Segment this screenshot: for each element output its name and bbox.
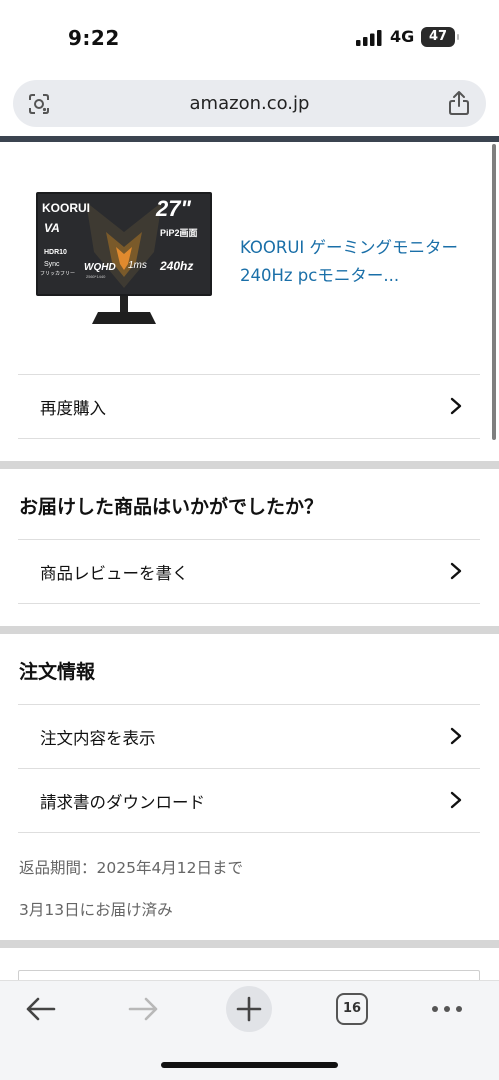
url-text[interactable]: amazon.co.jp: [13, 93, 486, 114]
image-hdr: HDR10: [44, 249, 67, 256]
back-arrow-icon[interactable]: [22, 991, 58, 1027]
product-image[interactable]: KOORUI 27" VA PiP2画面 HDR10 Sync フリッカフリー …: [36, 192, 212, 332]
divider: [18, 603, 480, 604]
divider: [18, 832, 480, 833]
download-invoice-row[interactable]: 請求書のダウンロード: [18, 768, 480, 832]
chevron-right-icon: [450, 397, 462, 415]
view-order-label: 注文内容を表示: [40, 729, 156, 748]
image-sync: Sync: [44, 261, 60, 268]
section-separator: [0, 461, 499, 469]
status-time: 9:22: [68, 26, 120, 50]
new-tab-button[interactable]: [226, 986, 272, 1032]
address-bar[interactable]: amazon.co.jp: [13, 80, 486, 127]
battery-level: 47: [428, 29, 448, 44]
more-options-icon[interactable]: [430, 991, 464, 1027]
order-info-heading: 注文情報: [19, 661, 96, 683]
image-refresh: 240hz: [159, 259, 193, 273]
image-size: 27": [155, 196, 191, 221]
divider: [18, 438, 480, 439]
section-separator: [0, 626, 499, 634]
view-order-row[interactable]: 注文内容を表示: [18, 704, 480, 768]
next-card: [18, 970, 480, 980]
network-type: 4G: [390, 27, 415, 46]
home-indicator[interactable]: [161, 1062, 338, 1068]
page-content[interactable]: KOORUI 27" VA PiP2画面 HDR10 Sync フリッカフリー …: [0, 136, 499, 980]
chevron-right-icon: [450, 562, 462, 580]
feedback-heading: お届けした商品はいかがでしたか？: [19, 496, 324, 518]
return-period-text: 返品期間：2025年4月12日まで: [19, 859, 244, 877]
chevron-right-icon: [450, 791, 462, 809]
product-title-link[interactable]: KOORUI ゲーミングモニター 240Hz pcモニター...: [240, 234, 480, 290]
header-line: [0, 136, 499, 142]
product-item[interactable]: KOORUI 27" VA PiP2画面 HDR10 Sync フリッカフリー …: [0, 186, 499, 336]
image-res: WQHD: [84, 262, 116, 273]
buy-again-label: 再度購入: [40, 399, 106, 418]
signal-icon: [356, 30, 382, 46]
tab-switcher-button[interactable]: 16: [336, 993, 368, 1025]
buy-again-row[interactable]: 再度購入: [18, 374, 480, 438]
image-res-detail: 2560*1440: [86, 274, 106, 279]
battery-icon: 47: [421, 27, 459, 47]
section-separator: [0, 940, 499, 948]
image-brand: KOORUI: [42, 201, 90, 215]
image-pip: PiP2画面: [160, 228, 198, 238]
delivered-text: 3月13日にお届け済み: [19, 901, 173, 919]
image-panel: VA: [44, 221, 60, 235]
plus-icon: [236, 996, 262, 1022]
status-bar: 9:22 4G 47: [0, 0, 499, 72]
share-icon[interactable]: [448, 90, 470, 116]
image-flicker: フリッカフリー: [40, 271, 75, 277]
download-invoice-label: 請求書のダウンロード: [40, 793, 205, 812]
write-review-label: 商品レビューを書く: [40, 564, 189, 583]
forward-arrow-icon[interactable]: [126, 991, 162, 1027]
chevron-right-icon: [450, 727, 462, 745]
write-review-row[interactable]: 商品レビューを書く: [18, 539, 480, 603]
image-response: 1ms: [128, 260, 147, 271]
